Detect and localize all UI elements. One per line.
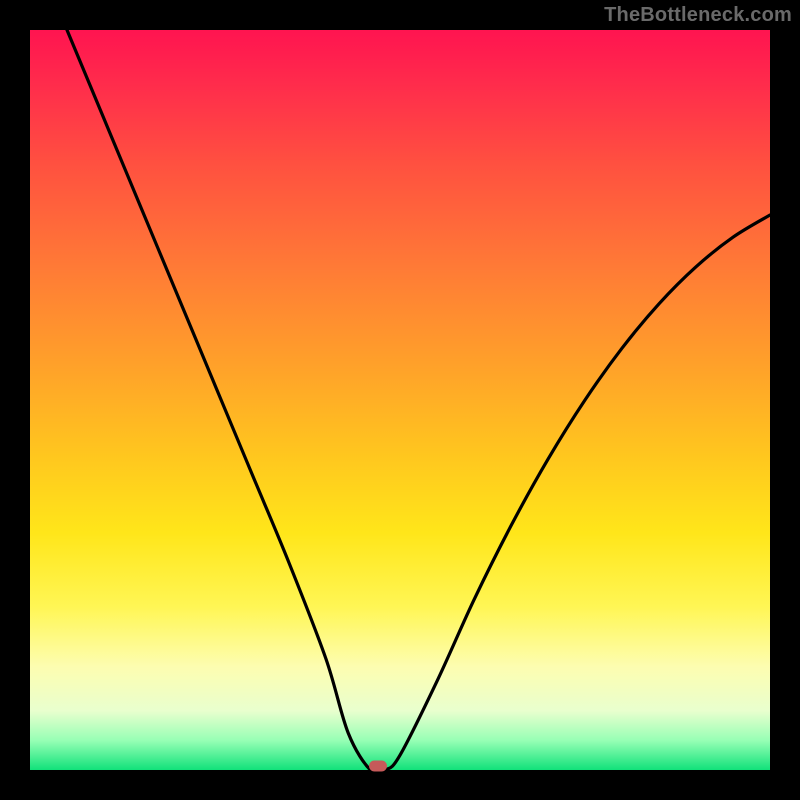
curve-path [67,30,770,773]
optimal-point-marker [369,761,387,772]
chart-frame [30,30,770,770]
bottleneck-curve [30,30,770,770]
watermark-text: TheBottleneck.com [604,4,792,27]
